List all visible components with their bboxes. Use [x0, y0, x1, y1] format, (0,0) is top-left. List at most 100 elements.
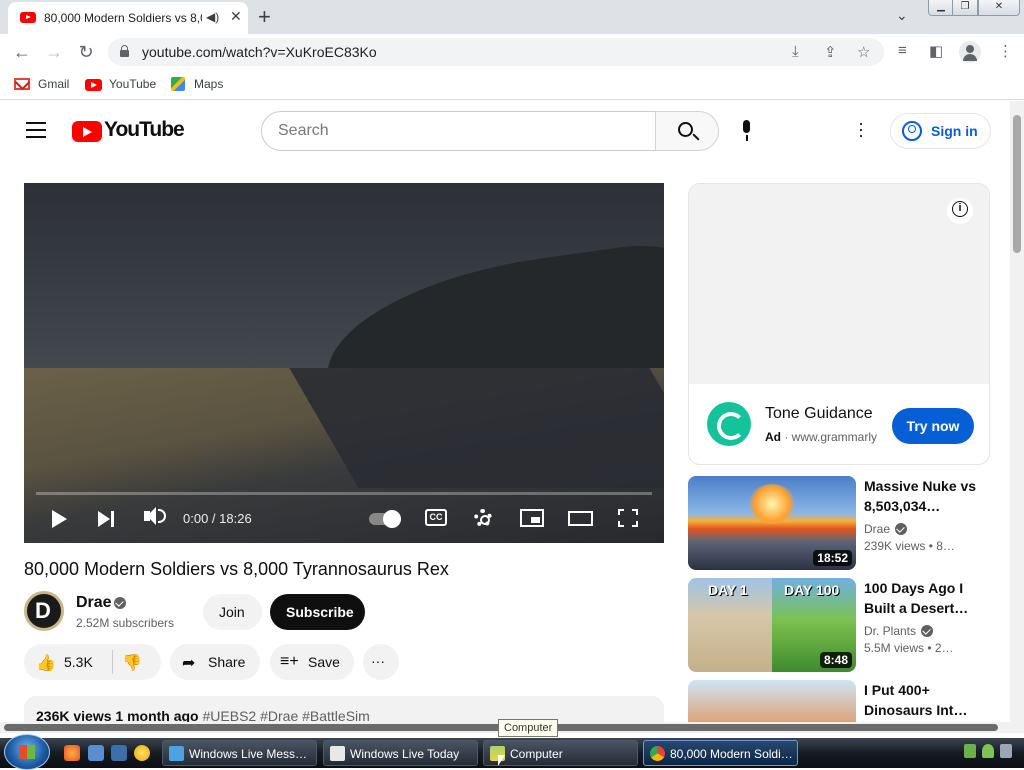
- ad-info-icon[interactable]: [947, 198, 973, 224]
- next-video-icon[interactable]: [98, 511, 114, 527]
- subscribe-button[interactable]: Subscribe: [270, 594, 365, 630]
- share-page-icon[interactable]: ⇪: [824, 43, 837, 61]
- try-now-button[interactable]: Try now: [892, 408, 974, 444]
- microphone-icon[interactable]: [739, 120, 754, 142]
- recommended-channel-name: Dr. Plants: [864, 624, 917, 638]
- vertical-scrollbar[interactable]: [1010, 101, 1024, 733]
- subscribe-label: Subscribe: [286, 604, 354, 620]
- side-panel-icon[interactable]: ◧: [929, 42, 943, 60]
- youtube-logo-icon[interactable]: [72, 121, 102, 142]
- save-button[interactable]: ≡+ Save: [270, 644, 354, 680]
- share-button[interactable]: ➦ Share: [170, 644, 260, 680]
- verified-badge-icon: [114, 597, 126, 609]
- browser-toolbar: ← → ↻ youtube.com/watch?v=XuKroEC83Ko ⤓ …: [0, 34, 1024, 70]
- browser-tab-active[interactable]: 80,000 Modern Soldiers vs 8,000 Tyrannos…: [8, 2, 248, 34]
- address-bar[interactable]: youtube.com/watch?v=XuKroEC83Ko ⤓ ⇪ ☆: [108, 38, 884, 66]
- thumb-day100-label: DAY 100: [784, 582, 840, 598]
- menu-hamburger-icon[interactable]: [26, 122, 46, 138]
- grammarly-logo-icon: [707, 402, 751, 446]
- youtube-logo-text[interactable]: YouTube: [104, 118, 185, 142]
- vertical-scroll-thumb[interactable]: [1013, 115, 1021, 253]
- firefox-quicklaunch-icon[interactable]: [64, 745, 80, 761]
- mouse-cursor: [498, 755, 505, 766]
- verified-badge-icon: [921, 625, 934, 637]
- audio-playing-icon[interactable]: ◀): [206, 10, 219, 24]
- recommended-video[interactable]: DAY 1 DAY 100 8:48 100 Days Ago I Built …: [688, 578, 990, 672]
- play-icon[interactable]: [52, 510, 67, 528]
- ad-subtitle: Ad · www.grammarly: [765, 430, 878, 444]
- video-player[interactable]: 0:00 / 18:26 CC: [24, 183, 664, 543]
- ad-badge: Ad: [765, 430, 781, 444]
- reload-button[interactable]: ↻: [74, 40, 98, 64]
- progress-bar[interactable]: [36, 492, 652, 495]
- video-thumbnail[interactable]: 18:52: [688, 476, 856, 570]
- volume-icon[interactable]: [144, 507, 156, 525]
- taskbar-label: Computer: [510, 747, 563, 761]
- theater-mode-icon[interactable]: [568, 511, 593, 526]
- sign-in-button[interactable]: Sign in: [890, 113, 991, 149]
- bookmark-star-icon[interactable]: ☆: [857, 43, 870, 61]
- autoplay-toggle[interactable]: [369, 510, 401, 528]
- recommended-channel[interactable]: Drae: [864, 521, 908, 536]
- show-desktop-icon[interactable]: [88, 745, 104, 761]
- lock-icon[interactable]: [120, 45, 129, 57]
- youtube-favicon-icon: [20, 12, 36, 23]
- join-button[interactable]: Join: [203, 594, 262, 630]
- messenger-quicklaunch-icon[interactable]: [134, 745, 150, 761]
- bookmark-youtube[interactable]: YouTube: [109, 77, 156, 91]
- miniplayer-icon[interactable]: [520, 509, 544, 527]
- back-button[interactable]: ←: [10, 40, 34, 64]
- messenger-status-icon[interactable]: [982, 744, 994, 758]
- captions-icon[interactable]: CC: [425, 509, 447, 526]
- taskbar-item-live-today[interactable]: Windows Live Today: [323, 740, 478, 766]
- channel-name[interactable]: Drae: [76, 594, 112, 612]
- close-window-button[interactable]: ✕: [978, 0, 1020, 16]
- switch-windows-icon[interactable]: [111, 745, 127, 761]
- network-icon[interactable]: [964, 744, 976, 758]
- recommended-meta: 239K views • 8…: [864, 539, 955, 553]
- install-app-icon[interactable]: ⤓: [792, 43, 799, 60]
- search-button[interactable]: [655, 111, 719, 151]
- fullscreen-icon[interactable]: [618, 509, 638, 527]
- profile-avatar-icon[interactable]: [959, 41, 981, 63]
- recommended-channel[interactable]: Dr. Plants: [864, 623, 934, 638]
- tab-strip: 80,000 Modern Soldiers vs 8,000 Tyrannos…: [0, 0, 1024, 34]
- more-actions-button[interactable]: ···: [363, 644, 399, 680]
- minimize-button[interactable]: ▁: [928, 0, 954, 16]
- youtube-page: YouTube Search · · · Sign in 0:00 / 18:26 …: [0, 101, 1010, 733]
- video-duration: 18:52: [813, 550, 852, 566]
- settings-kebab-icon[interactable]: · · ·: [856, 114, 866, 144]
- recommended-title[interactable]: Massive Nuke vs 8,503,034…: [864, 476, 984, 516]
- like-icon[interactable]: 👍: [36, 653, 56, 673]
- taskbar-item-chrome[interactable]: 80,000 Modern Soldi…: [643, 740, 798, 766]
- dislike-icon[interactable]: 👎: [122, 653, 142, 673]
- video-thumbnail[interactable]: DAY 1 DAY 100 8:48: [688, 578, 856, 672]
- like-count[interactable]: 5.3K: [64, 654, 93, 670]
- start-button[interactable]: [4, 734, 50, 770]
- recommended-title[interactable]: 100 Days Ago I Built a Desert…: [864, 578, 984, 618]
- tab-search-chevron-icon[interactable]: ⌄: [896, 7, 908, 24]
- maximize-button[interactable]: ❐: [952, 0, 978, 16]
- taskbar-tooltip: Computer: [498, 719, 559, 737]
- ad-media[interactable]: [689, 184, 989, 384]
- taskbar-item-messenger[interactable]: Windows Live Mess…: [162, 740, 317, 766]
- media-controls-icon[interactable]: ≡: [898, 42, 907, 59]
- recommended-video[interactable]: 18:52 Massive Nuke vs 8,503,034… Drae 23…: [688, 476, 990, 570]
- bookmark-gmail[interactable]: Gmail: [38, 77, 69, 91]
- gmail-icon: [14, 78, 30, 90]
- channel-avatar[interactable]: [24, 591, 64, 631]
- browser-menu-icon[interactable]: ⋮: [998, 42, 1013, 60]
- new-tab-button[interactable]: +: [258, 4, 271, 30]
- tab-close-icon[interactable]: ✕: [230, 8, 242, 25]
- forward-button[interactable]: →: [42, 40, 66, 64]
- volume-tray-icon[interactable]: [1000, 744, 1012, 758]
- taskbar-label: Windows Live Mess…: [189, 747, 308, 761]
- sign-in-label: Sign in: [931, 123, 978, 139]
- search-input[interactable]: Search: [261, 111, 656, 151]
- recommended-title[interactable]: I Put 400+ Dinosaurs Int…: [864, 680, 984, 720]
- taskbar-item-computer[interactable]: Computer: [483, 740, 638, 766]
- sidebar-ad[interactable]: Tone Guidance Ad · www.grammarly Try now: [688, 183, 990, 465]
- messenger-icon: [169, 746, 184, 761]
- bookmark-maps[interactable]: Maps: [194, 77, 223, 91]
- settings-gear-icon[interactable]: [474, 509, 492, 527]
